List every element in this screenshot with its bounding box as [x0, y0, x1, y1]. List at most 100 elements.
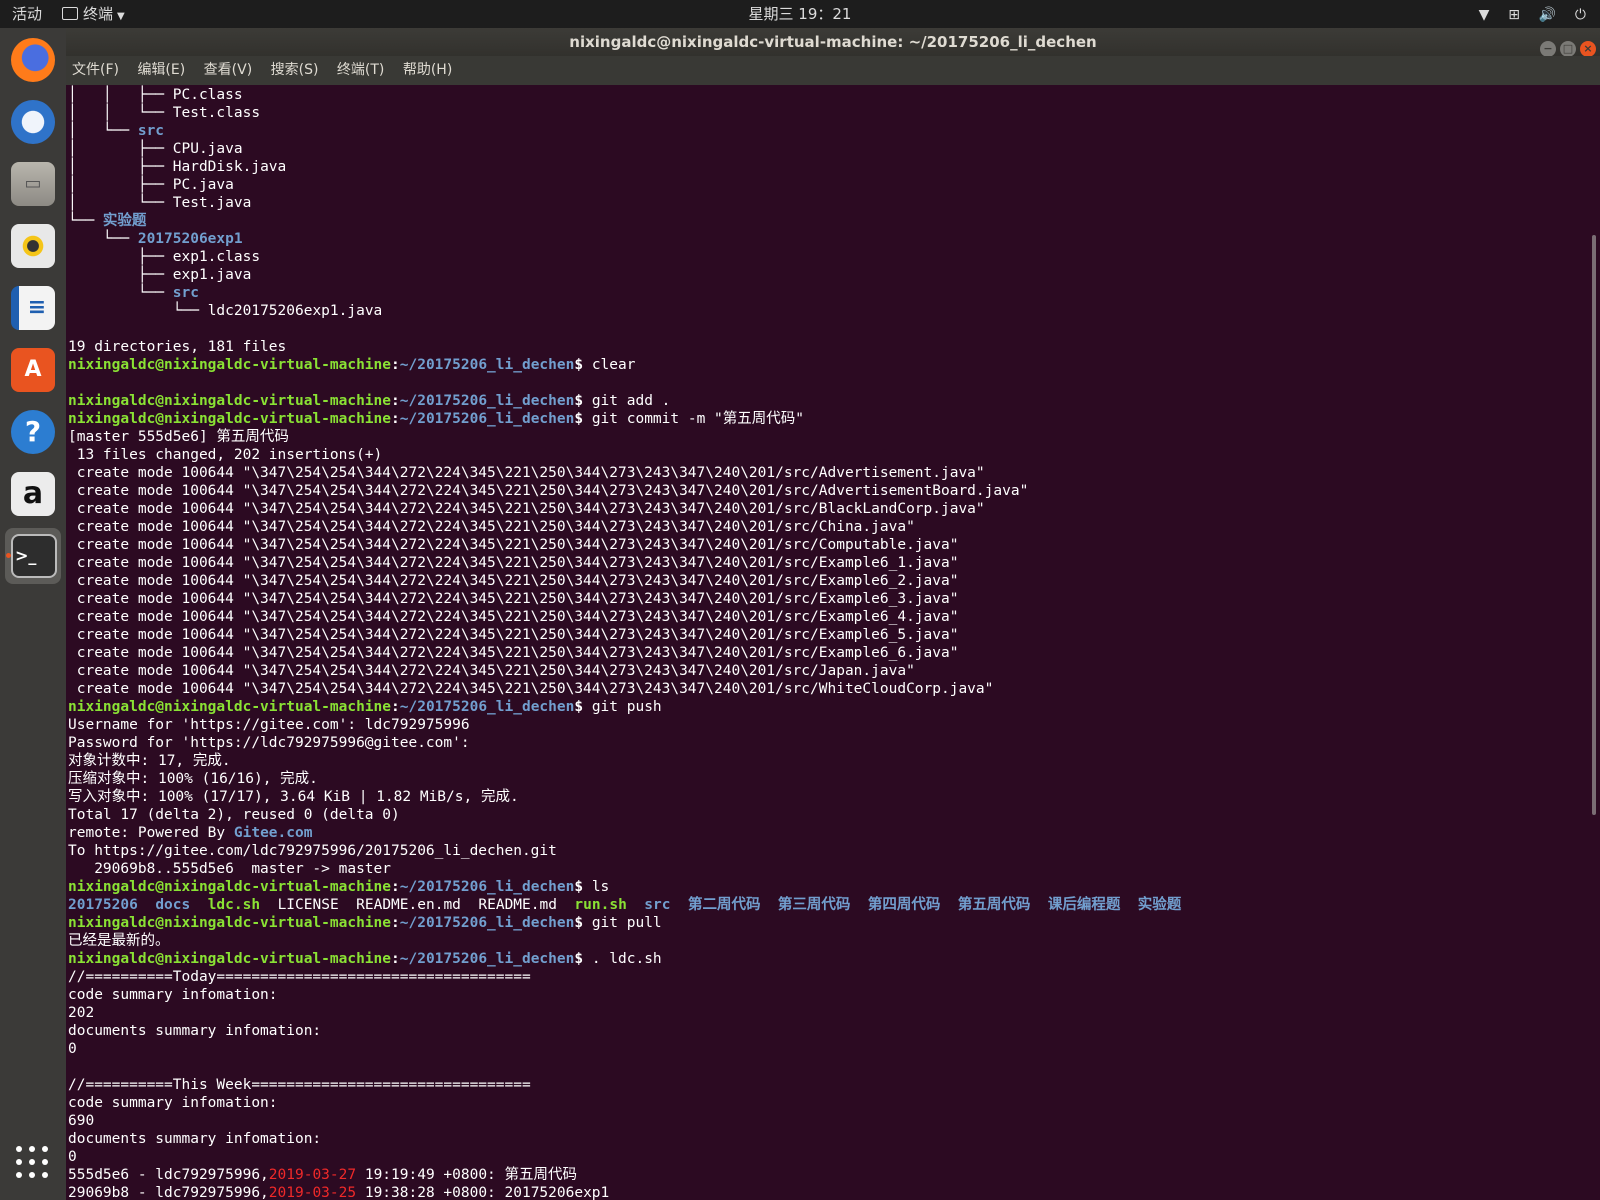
- created-file-name: Japan.java: [818, 663, 907, 679]
- ldc-output-text: code summary infomation:: [68, 987, 278, 1003]
- close-button[interactable]: ×: [1580, 41, 1596, 57]
- rhythmbox-icon: [11, 224, 55, 268]
- tree-file: CPU.java: [172, 141, 243, 157]
- prompt-command: git push: [591, 699, 662, 715]
- ls-item: 第二周代码: [687, 897, 761, 913]
- ls-item: README.md: [478, 897, 557, 913]
- menu-help[interactable]: 帮助(H): [397, 56, 458, 85]
- log-date: 2019-03-27: [268, 1167, 357, 1183]
- create-mode-prefix: create mode 100644 "\347\254\254\344\272…: [68, 555, 819, 571]
- prompt-command: clear: [591, 357, 636, 373]
- menu-terminal[interactable]: 终端(T): [331, 56, 390, 85]
- created-file-name: Advertisement.java: [818, 465, 976, 481]
- push-refs-text: 29069b8..555d5e6 master -> master: [68, 861, 392, 877]
- tree-branch: │ └──: [68, 195, 173, 211]
- menu-view[interactable]: 查看(V): [198, 56, 259, 85]
- dock-files[interactable]: ▭: [5, 156, 61, 212]
- tree-branch: └──: [68, 231, 138, 247]
- window-controls: − □ ×: [1536, 33, 1596, 57]
- prompt-user: nixingaldc@nixingaldc-virtual-machine: [68, 411, 392, 427]
- dock-rhythmbox[interactable]: [5, 218, 61, 274]
- ldc-output-line: documents summary infomation:: [68, 1022, 1181, 1040]
- clock-button[interactable]: 星期三 19：21: [749, 5, 852, 23]
- prompt-path: ~/20175206_li_dechen: [399, 879, 575, 895]
- tree-line: │ ├── HardDisk.java: [68, 158, 1181, 176]
- tree-file: PC.java: [172, 177, 234, 193]
- ldc-output-line: 690: [68, 1112, 1181, 1130]
- ls-item: src: [644, 897, 671, 913]
- tree-branch: │ ├──: [68, 159, 173, 175]
- prompt-sep: :: [391, 699, 400, 715]
- terminal-output[interactable]: │ │ ├── PC.class │ │ └── Test.class │ └── …: [66, 85, 1596, 1200]
- log-hash-author: 555d5e6 - ldc792975996,: [68, 1167, 269, 1183]
- push-to-line: To https://gitee.com/ldc792975996/201752…: [68, 842, 1181, 860]
- create-mode-prefix: create mode 100644 "\347\254\254\344\272…: [68, 645, 819, 661]
- menu-file[interactable]: 文件(F): [66, 56, 125, 85]
- volume-icon[interactable]: 🔊: [1539, 7, 1556, 23]
- menu-edit[interactable]: 编辑(E): [131, 56, 191, 85]
- software-center-icon: A: [11, 348, 55, 392]
- tree-line: ├── exp1.java: [68, 266, 1181, 284]
- tree-branch: │ └──: [68, 123, 138, 139]
- prompt-sep: :: [391, 357, 400, 373]
- ldc-output-text: 0: [68, 1149, 77, 1165]
- tree-dir: src: [172, 285, 199, 301]
- libreoffice-writer-icon: ≡: [11, 286, 55, 330]
- create-mode-line: create mode 100644 "\347\254\254\344\272…: [68, 555, 959, 571]
- tree-summary-text: 19 directories, 181 files: [68, 339, 287, 355]
- push-output-line: Username for 'https://gitee.com': ldc792…: [68, 716, 1181, 734]
- prompt-command: ls: [591, 879, 610, 895]
- network-icon[interactable]: ⊞: [1508, 7, 1520, 23]
- tree-file: exp1.class: [172, 249, 261, 265]
- pull-output-line: 已经是最新的。: [68, 932, 1181, 950]
- tree-line: └── 实验题: [68, 212, 1181, 230]
- window-titlebar[interactable]: nixingaldc@nixingaldc-virtual-machine: ~…: [66, 28, 1600, 57]
- show-applications-button[interactable]: [16, 1146, 50, 1180]
- dock-software[interactable]: A: [5, 342, 61, 398]
- maximize-button[interactable]: □: [1560, 41, 1576, 57]
- ldc-output-text: documents summary infomation:: [68, 1131, 322, 1147]
- firefox-icon: [11, 38, 55, 82]
- ls-item: 第五周代码: [957, 897, 1031, 913]
- app-menu-label: 终端: [83, 5, 114, 23]
- prompt-path: ~/20175206_li_dechen: [399, 393, 575, 409]
- tree-branch: └──: [68, 303, 208, 319]
- tree-line: │ └── src: [68, 122, 1181, 140]
- dock-amazon[interactable]: a: [5, 466, 61, 522]
- dock-firefox[interactable]: [5, 32, 61, 88]
- dock-thunderbird[interactable]: [5, 94, 61, 150]
- menu-search[interactable]: 搜索(S): [265, 56, 325, 85]
- chevron-down-icon[interactable]: ▼: [1479, 7, 1490, 23]
- minimize-button[interactable]: −: [1540, 41, 1556, 57]
- dock-terminal[interactable]: >_: [5, 528, 61, 584]
- dock-help[interactable]: ?: [5, 404, 61, 460]
- create-mode-line: create mode 100644 "\347\254\254\344\272…: [68, 645, 959, 661]
- push-output-text: 对象计数中: 17, 完成.: [68, 753, 231, 769]
- tree-file: PC.class: [172, 87, 243, 103]
- create-mode-line: create mode 100644 "\347\254\254\344\272…: [68, 627, 959, 643]
- prompt-dollar: $: [574, 915, 584, 931]
- commit-stats-text: 13 files changed, 202 insertions(+): [68, 447, 383, 463]
- ldc-output-line: [68, 1058, 1181, 1076]
- ldc-output-text: //==========Today=======================…: [68, 969, 531, 985]
- prompt-line: nixingaldc@nixingaldc-virtual-machine:~/…: [68, 914, 1181, 932]
- ls-item: 第四周代码: [867, 897, 941, 913]
- tree-branch: │ ├──: [68, 141, 173, 157]
- ls-item: run.sh: [574, 897, 627, 913]
- power-icon[interactable]: ⏻: [1575, 7, 1586, 23]
- app-menu-button[interactable]: 终端 ▼: [62, 0, 125, 28]
- tree-line: │ │ └── Test.class: [68, 104, 1181, 122]
- tree-line: ├── exp1.class: [68, 248, 1181, 266]
- create-mode-prefix: create mode 100644 "\347\254\254\344\272…: [68, 627, 819, 643]
- ldc-output-line: //==========This Week===================…: [68, 1076, 1181, 1094]
- create-mode-line: create mode 100644 "\347\254\254\344\272…: [68, 663, 915, 679]
- scrollbar[interactable]: [1592, 235, 1596, 815]
- prompt-dollar: $: [574, 411, 584, 427]
- push-output-line: Password for 'https://ldc792975996@gitee…: [68, 734, 1181, 752]
- create-mode-prefix: create mode 100644 "\347\254\254\344\272…: [68, 681, 819, 697]
- ls-item: LICENSE: [277, 897, 339, 913]
- push-output-line: 对象计数中: 17, 完成.: [68, 752, 1181, 770]
- system-tray[interactable]: ▼ ⊞ 🔊 ⏻: [1465, 0, 1586, 28]
- dock-writer[interactable]: ≡: [5, 280, 61, 336]
- activities-button[interactable]: 活动: [12, 0, 42, 28]
